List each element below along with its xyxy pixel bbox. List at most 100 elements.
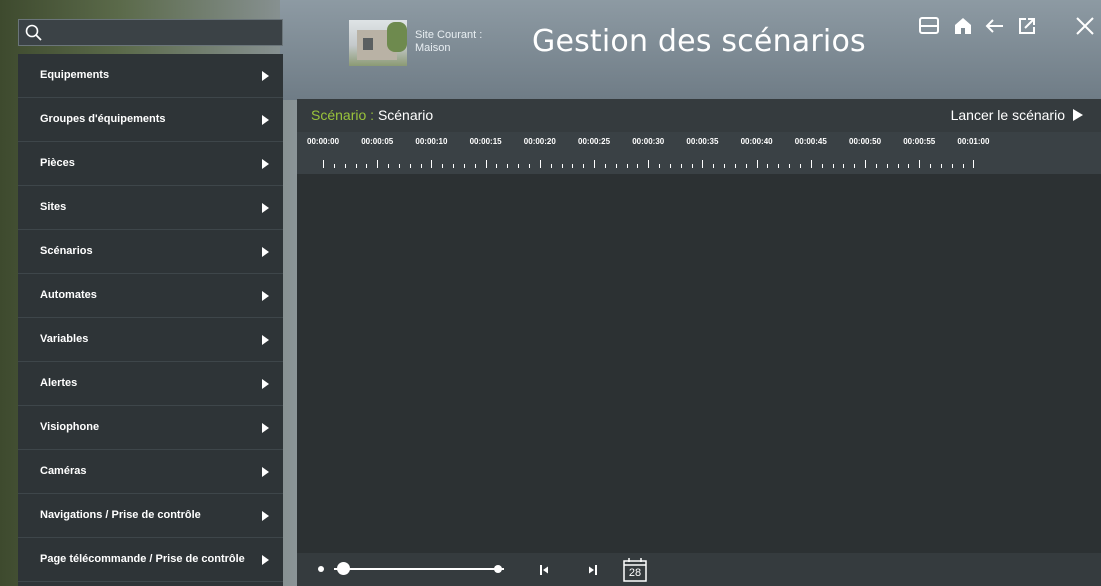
window-shape bbox=[363, 38, 373, 50]
sidebar-item-scenarios[interactable]: Scénarios bbox=[18, 230, 283, 274]
search-bar[interactable] bbox=[18, 19, 283, 46]
timeline-minor-tick bbox=[789, 164, 791, 168]
timeline-major-tick bbox=[810, 160, 812, 168]
timeline-major-tick bbox=[919, 160, 921, 168]
scenario-name: Scénario bbox=[377, 107, 434, 123]
scenario-header: Scénario : Scénario Lancer le scénario bbox=[297, 99, 1101, 132]
sidebar-item-label: Groupes d'équipements bbox=[40, 113, 166, 125]
sidebar-item-sites[interactable]: Sites bbox=[18, 186, 283, 230]
timeline-controls: 28 bbox=[297, 553, 1101, 586]
sidebar-item-label: Automates bbox=[40, 289, 97, 301]
timeline-minor-tick bbox=[583, 164, 585, 168]
site-thumbnail[interactable] bbox=[349, 20, 407, 66]
timeline-minor-tick bbox=[626, 164, 628, 168]
timeline-minor-tick bbox=[734, 164, 736, 168]
timeline-label: 00:00:50 bbox=[849, 137, 882, 146]
sidebar-item-page-telecommande[interactable]: Page télécommande / Prise de contrôle bbox=[18, 538, 283, 582]
timeline-minor-tick bbox=[518, 164, 520, 168]
timeline-minor-tick bbox=[604, 164, 606, 168]
site-caption-label: Site Courant : bbox=[415, 29, 483, 41]
sidebar-item-label: Navigations / Prise de contrôle bbox=[40, 509, 201, 521]
timeline-minor-tick bbox=[398, 164, 400, 168]
timeline-major-tick bbox=[973, 160, 975, 168]
timeline-minor-tick bbox=[355, 164, 357, 168]
calendar-day: 28 bbox=[628, 567, 642, 579]
sidebar-item-label: Pièces bbox=[40, 157, 75, 169]
close-icon[interactable] bbox=[1074, 15, 1096, 37]
sidebar-item-pieces[interactable]: Pièces bbox=[18, 142, 283, 186]
timeline-ruler[interactable]: 00:00:00 00:00:05 00:00:10 00:00:15 00:00:20… bbox=[297, 132, 1101, 174]
timeline-minor-tick bbox=[615, 164, 617, 168]
timeline-minor-tick bbox=[778, 164, 780, 168]
sidebar-item-equipements[interactable]: Equipements bbox=[18, 54, 283, 98]
timeline-label: 00:00:45 bbox=[794, 137, 827, 146]
scenario-key: Scénario : bbox=[311, 107, 375, 123]
calendar-button[interactable]: 28 bbox=[621, 557, 649, 583]
external-link-icon[interactable] bbox=[1016, 15, 1038, 37]
launch-scenario-button[interactable]: Lancer le scénario bbox=[951, 107, 1083, 123]
page-title: Gestion des scénarios bbox=[532, 24, 866, 59]
home-icon[interactable] bbox=[952, 15, 974, 37]
timeline-minor-tick bbox=[409, 164, 411, 168]
timeline-minor-tick bbox=[767, 164, 769, 168]
timeline-label: 00:00:05 bbox=[361, 137, 394, 146]
sidebar-item-label: Scénarios bbox=[40, 245, 93, 257]
timeline-minor-tick bbox=[420, 164, 422, 168]
timeline-major-tick bbox=[756, 160, 758, 168]
timeline-minor-tick bbox=[713, 164, 715, 168]
skip-to-end-icon[interactable] bbox=[583, 560, 603, 580]
zoom-slider-handle[interactable] bbox=[336, 562, 350, 575]
sidebar-item-label: Visiophone bbox=[40, 421, 100, 433]
timeline-minor-tick bbox=[962, 164, 964, 168]
timeline-minor-tick bbox=[659, 164, 660, 168]
timeline-minor-tick bbox=[854, 164, 856, 168]
tray-icon[interactable] bbox=[918, 15, 940, 37]
back-arrow-icon[interactable] bbox=[984, 15, 1006, 37]
timeline-minor-tick bbox=[333, 164, 335, 168]
timeline-minor-tick bbox=[940, 164, 942, 168]
timeline-major-tick bbox=[702, 160, 704, 168]
timeline-minor-tick bbox=[442, 164, 444, 168]
skip-to-start-icon[interactable] bbox=[535, 560, 555, 580]
chevron-right-icon bbox=[262, 291, 269, 301]
timeline-major-tick bbox=[431, 160, 433, 168]
timeline-minor-tick bbox=[680, 164, 682, 168]
sidebar-item-navigations[interactable]: Navigations / Prise de contrôle bbox=[18, 494, 283, 538]
sidebar-item-groupes-equipements[interactable]: Groupes d'équipements bbox=[18, 98, 283, 142]
zoom-out-dot[interactable] bbox=[318, 566, 324, 572]
timeline-minor-tick bbox=[897, 164, 899, 168]
timeline-minor-tick bbox=[800, 164, 801, 168]
timeline-label: 00:00:25 bbox=[578, 137, 611, 146]
sidebar-item-label: Variables bbox=[40, 333, 89, 345]
timeline-label: 00:00:00 bbox=[307, 137, 340, 146]
chevron-right-icon bbox=[262, 203, 269, 213]
timeline-minor-tick bbox=[366, 164, 368, 168]
chevron-right-icon bbox=[262, 511, 269, 521]
timeline-minor-tick bbox=[637, 164, 639, 168]
timeline-label: 00:00:10 bbox=[415, 137, 448, 146]
timeline-major-tick bbox=[377, 160, 379, 168]
chevron-right-icon bbox=[262, 423, 269, 433]
timeline-label: 00:00:35 bbox=[686, 137, 719, 146]
timeline-minor-tick bbox=[561, 164, 563, 168]
zoom-in-dot[interactable] bbox=[494, 565, 502, 573]
sidebar-item-cameras[interactable]: Caméras bbox=[18, 450, 283, 494]
sidebar-item-label: Sites bbox=[40, 201, 67, 213]
timeline-minor-tick bbox=[724, 164, 726, 168]
timeline-minor-tick bbox=[843, 164, 845, 168]
sidebar-item-label: Caméras bbox=[40, 465, 87, 477]
timeline-label: 00:01:00 bbox=[957, 137, 990, 146]
timeline-minor-tick bbox=[496, 164, 498, 168]
play-icon bbox=[1073, 109, 1083, 121]
sidebar-item-automates[interactable]: Automates bbox=[18, 274, 283, 318]
search-icon bbox=[25, 24, 42, 41]
timeline-label: 00:00:55 bbox=[903, 137, 936, 146]
zoom-slider-track[interactable] bbox=[334, 568, 504, 570]
timeline-minor-tick bbox=[908, 164, 910, 168]
sidebar-item-alertes[interactable]: Alertes bbox=[18, 362, 283, 406]
sidebar-item-variables[interactable]: Variables bbox=[18, 318, 283, 362]
sidebar-item-visiophone[interactable]: Visiophone bbox=[18, 406, 283, 450]
search-input[interactable] bbox=[49, 22, 281, 45]
scenario-panel: Scénario : Scénario Lancer le scénario 0… bbox=[297, 99, 1101, 586]
timeline-minor-tick bbox=[951, 164, 953, 168]
